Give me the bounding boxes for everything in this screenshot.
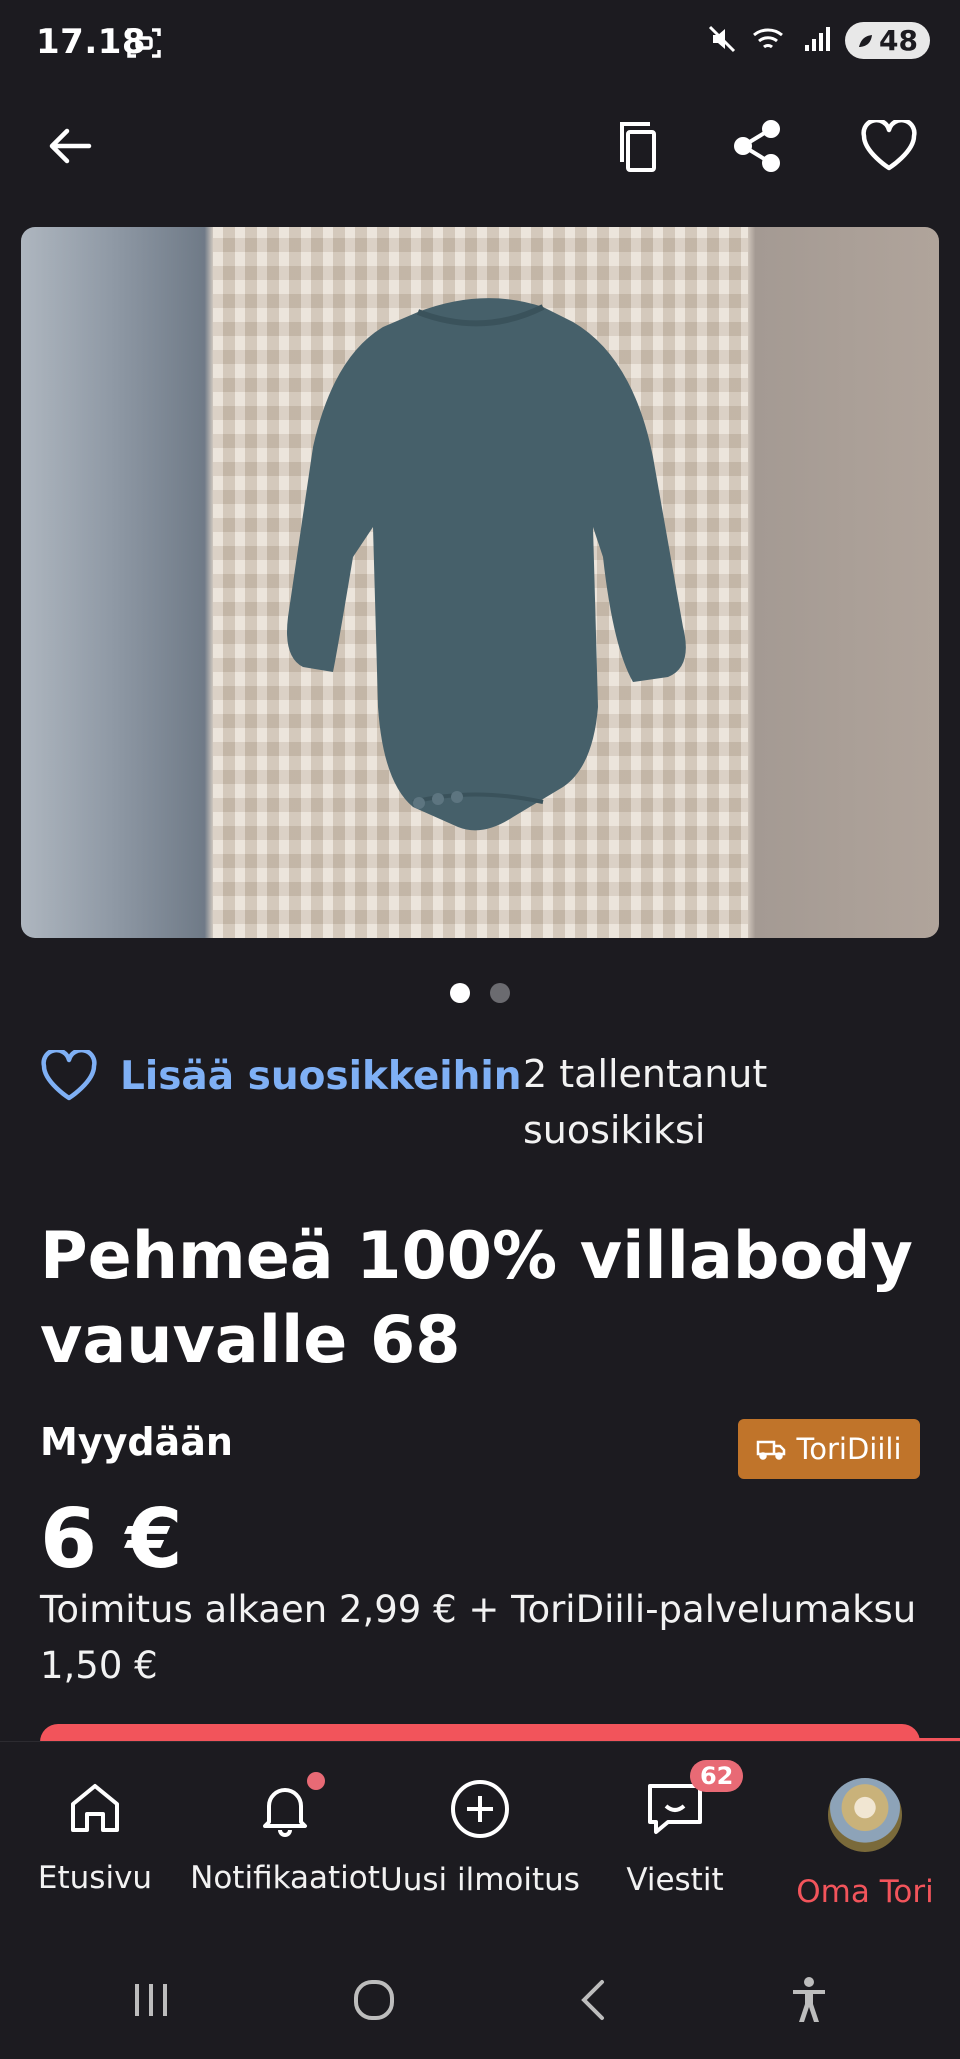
nav-home-label: Etusivu xyxy=(37,1860,153,1896)
listing-price: 6 € xyxy=(40,1492,183,1587)
plus-circle-icon xyxy=(450,1780,509,1838)
nav-notifications-label: Notifikaatiot xyxy=(190,1860,380,1896)
share-icon xyxy=(734,120,780,172)
bodysuit-illustration xyxy=(287,298,686,831)
messages-badge: 62 xyxy=(689,1760,744,1792)
listing-title: Pehmeä 100% villabody vauvalle 68 xyxy=(40,1219,913,1378)
heart-outline-icon xyxy=(41,1050,97,1101)
delivery-truck-icon xyxy=(757,1440,786,1460)
copy-icon xyxy=(620,122,656,172)
nav-my-tori-label: Oma Tori xyxy=(796,1874,934,1910)
favorite-toolbar-button[interactable] xyxy=(849,106,929,186)
battery-icon: 48 xyxy=(845,22,930,59)
nav-notifications[interactable]: Notifikaatiot xyxy=(190,1742,380,1932)
accessibility-icon[interactable] xyxy=(789,1976,829,2024)
home-circle-icon[interactable] xyxy=(352,1978,396,2022)
mute-icon xyxy=(707,24,737,58)
page-dot-2[interactable] xyxy=(490,983,510,1003)
bottom-navigation: Etusivu Notifikaatiot Uusi ilmoitus 62 V… xyxy=(0,1741,960,1932)
notification-dot xyxy=(307,1772,326,1790)
wifi-icon xyxy=(751,24,789,58)
recent-apps-icon[interactable] xyxy=(131,1980,171,2020)
nav-messages-label: Viestit xyxy=(626,1862,724,1898)
nav-my-tori[interactable]: Oma Tori xyxy=(770,1742,960,1932)
back-button[interactable] xyxy=(30,106,110,186)
delivery-info: Toimitus alkaen 2,99 € + ToriDiili-palve… xyxy=(40,1588,917,1687)
nav-new-listing-label: Uusi ilmoitus xyxy=(380,1862,580,1898)
gallery-pagination xyxy=(0,983,960,1003)
signal-icon xyxy=(803,25,831,57)
nav-messages[interactable]: 62 Viestit xyxy=(580,1742,770,1932)
listing-type: Myydään xyxy=(40,1420,233,1464)
product-photo[interactable] xyxy=(21,227,939,938)
page-dot-1[interactable] xyxy=(450,983,470,1003)
toridiili-badge: ToriDiili xyxy=(738,1419,920,1479)
add-to-favorites-label: Lisää suosikkeihin xyxy=(120,1053,522,1099)
home-icon xyxy=(71,1784,119,1832)
avatar xyxy=(827,1778,902,1852)
back-arrow-icon xyxy=(49,128,92,164)
screenshot-icon xyxy=(126,26,162,64)
nav-new-listing[interactable]: Uusi ilmoitus xyxy=(380,1742,580,1932)
back-chevron-icon[interactable] xyxy=(578,1978,608,2022)
battery-level: 48 xyxy=(879,24,918,57)
toridiili-label: ToriDiili xyxy=(796,1432,902,1466)
heart-icon xyxy=(861,120,917,171)
bell-icon xyxy=(263,1788,308,1837)
share-button[interactable] xyxy=(717,106,797,186)
system-navigation xyxy=(0,1960,960,2040)
nav-home[interactable]: Etusivu xyxy=(0,1742,190,1932)
add-to-favorites-button[interactable]: Lisää suosikkeihin xyxy=(40,1050,522,1102)
status-icons: 48 xyxy=(707,22,930,59)
favorites-count: 2 tallentanut suosikiksi xyxy=(523,1052,768,1152)
copy-button[interactable] xyxy=(597,106,677,186)
